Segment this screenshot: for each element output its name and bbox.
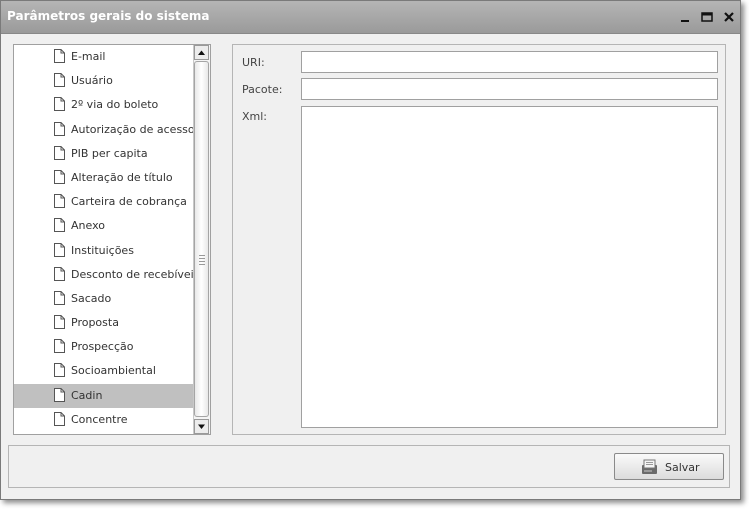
tree-item-label: Autorização de acesso [71, 122, 193, 136]
tree-item[interactable]: Concentre [14, 408, 194, 432]
xml-label: Xml: [242, 110, 268, 123]
document-icon [54, 194, 65, 209]
tree-item[interactable]: Alteração de título [14, 166, 194, 190]
document-icon [54, 49, 65, 63]
document-icon [54, 169, 65, 184]
tree-item[interactable]: E-mail [14, 45, 194, 69]
close-icon[interactable] [722, 10, 736, 24]
save-button-label: Salvar [665, 461, 700, 474]
pacote-label: Pacote: [242, 83, 283, 96]
document-icon [54, 363, 65, 378]
document-icon [54, 121, 65, 136]
tree-item-label: E-mail [71, 50, 106, 63]
tree-item-label: Socioambiental [71, 364, 156, 378]
document-icon [54, 411, 65, 426]
tree-item-label: Usuário [71, 74, 113, 88]
arrow-down-icon [198, 424, 205, 429]
tree-item-label: Cadin [71, 388, 103, 402]
tree-item[interactable]: Instituições [14, 239, 194, 263]
document-icon [54, 242, 65, 257]
tree-item[interactable]: PIB per capita [14, 142, 194, 166]
tree-item-label: 2º via do boleto [71, 98, 159, 112]
scroll-down-button[interactable] [194, 419, 209, 434]
tree-scrollbar[interactable] [193, 45, 210, 434]
document-icon [54, 339, 65, 354]
document-icon [54, 290, 65, 305]
scroll-up-button[interactable] [194, 45, 209, 60]
tree-item[interactable]: Desconto de recebíveis [14, 263, 194, 287]
tree-item-label: Desconto de recebíveis [71, 267, 193, 281]
tree-item[interactable]: Anexo [14, 214, 194, 238]
form-panel: URI: Pacote: Xml: [232, 44, 726, 435]
uri-label: URI: [242, 56, 265, 69]
tree-item-label: Prospecção [71, 340, 134, 354]
document-icon [54, 145, 65, 160]
tree-item-label: Instituições [71, 243, 134, 257]
maximize-icon[interactable] [700, 10, 714, 24]
minimize-icon[interactable] [678, 10, 692, 24]
document-icon [54, 218, 65, 233]
tree-item[interactable]: Carteira de cobrança [14, 190, 194, 214]
tree-item-label: Concentre [71, 412, 128, 426]
tree-item-label: Anexo [71, 219, 105, 233]
tree-item-label: Alteração de título [71, 170, 173, 184]
tree-item[interactable]: Prospecção [14, 335, 194, 359]
arrow-up-icon [198, 50, 205, 55]
tree-item[interactable]: Sacado [14, 287, 194, 311]
document-icon [54, 97, 65, 112]
save-button[interactable]: Salvar [614, 453, 724, 480]
parameters-window: Parâmetros gerais do sistema E-mail Usuár… [0, 0, 741, 500]
tree-item-label: Proposta [71, 316, 119, 330]
title-bar[interactable]: Parâmetros gerais do sistema [1, 1, 740, 34]
bottom-toolbar: Salvar [8, 445, 730, 488]
document-icon [54, 266, 65, 281]
save-disk-icon [642, 459, 657, 474]
tree-item[interactable]: Usuário [14, 69, 194, 93]
tree-item-label: PIB per capita [71, 146, 148, 160]
parameter-tree[interactable]: E-mail Usuário 2º via do boleto Autorização… [13, 44, 211, 435]
tree-list: E-mail Usuário 2º via do boleto Autorização… [14, 45, 194, 432]
scroll-thumb[interactable] [194, 61, 209, 417]
window-title: Parâmetros gerais do sistema [7, 9, 210, 23]
xml-textarea[interactable] [301, 106, 718, 428]
grip-icon [199, 255, 205, 267]
pacote-input[interactable] [301, 78, 718, 100]
tree-item[interactable]: Proposta [14, 311, 194, 335]
tree-item[interactable]: Autorização de acesso [14, 118, 194, 142]
document-icon [54, 73, 65, 88]
tree-item[interactable]: 2º via do boleto [14, 93, 194, 117]
document-icon [54, 387, 65, 402]
uri-input[interactable] [301, 51, 718, 73]
tree-item-label: Sacado [71, 291, 112, 305]
document-icon [54, 315, 65, 330]
tree-item[interactable]: Socioambiental [14, 359, 194, 383]
tree-item[interactable]: Cadin [14, 383, 194, 408]
tree-item-label: Carteira de cobrança [71, 195, 187, 209]
